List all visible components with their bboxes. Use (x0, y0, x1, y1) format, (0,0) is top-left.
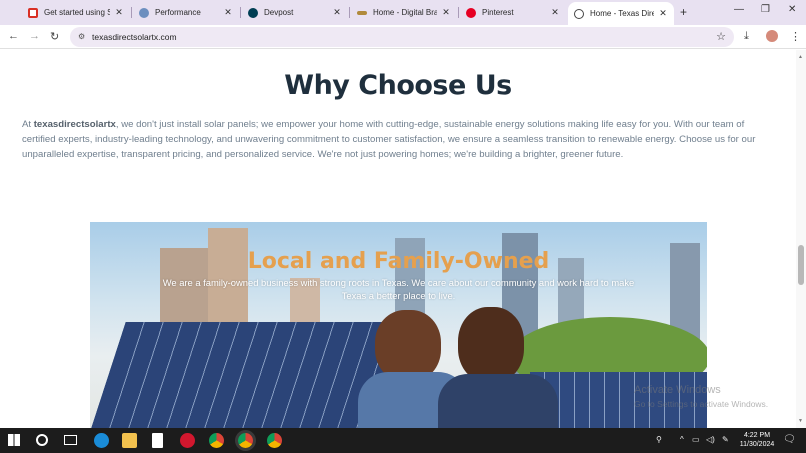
restore-button[interactable]: ❐ (761, 4, 770, 15)
person (458, 307, 524, 383)
browser-toolbar: ← → ↻ ⚙ texasdirectsolartx.com ☆ ⤓ ⋮ (0, 25, 806, 49)
tab-devpost[interactable]: Devpost ✕ (242, 3, 348, 22)
scroll-up-icon[interactable]: ▲ (798, 54, 803, 60)
intro-body: , we don't just install solar panels; we… (22, 119, 756, 161)
pinterest-icon (466, 7, 476, 18)
show-hidden-icon[interactable]: ^ (680, 435, 684, 444)
close-tab-icon[interactable]: ✕ (658, 8, 668, 19)
minimize-button[interactable]: — (734, 4, 744, 15)
download-icon[interactable]: ⤓ (744, 30, 749, 43)
volume-icon[interactable]: ◁) (706, 435, 715, 444)
section-heading: Why Choose Us (284, 70, 512, 101)
hero-banner: Local and Family-Owned We are a family-o… (90, 222, 707, 428)
tab-digital-brand[interactable]: Home - Digital Brand ✕ (351, 3, 457, 22)
search-icon[interactable] (36, 434, 48, 446)
performance-icon (139, 7, 149, 18)
close-tab-icon[interactable]: ✕ (441, 7, 451, 18)
tab-title: Performance (155, 8, 201, 17)
globe-icon (574, 8, 584, 19)
activate-windows-subtitle: Go to Settings to activate Windows. (634, 399, 769, 409)
chrome-icon[interactable] (209, 433, 224, 448)
task-view-icon[interactable] (64, 435, 77, 445)
scrollbar[interactable]: ▲ ▼ (796, 50, 806, 428)
tab-title: Devpost (264, 8, 294, 17)
clock-date: 11/30/2024 (739, 441, 775, 448)
tab-divider (131, 7, 132, 18)
close-tab-icon[interactable]: ✕ (550, 7, 560, 18)
new-tab-button[interactable]: + (680, 5, 687, 19)
bookmark-star-icon[interactable]: ☆ (716, 30, 726, 43)
activate-windows-title: Activate Windows (634, 384, 721, 396)
pen-icon[interactable]: ✎ (722, 435, 729, 444)
url-text: texasdirectsolartx.com (92, 32, 177, 42)
chrome-icon[interactable] (267, 433, 282, 448)
chrome-active-icon[interactable] (238, 433, 253, 448)
close-tab-icon[interactable]: ✕ (223, 7, 233, 18)
file-explorer-icon[interactable] (122, 433, 137, 448)
system-clock[interactable]: 4:22 PM 11/30/2024 (737, 431, 777, 449)
tab-title: Pinterest (482, 8, 514, 17)
tab-title: Home - Digital Brand (373, 8, 437, 17)
tab-performance[interactable]: Performance ✕ (133, 3, 239, 22)
scroll-down-icon[interactable]: ▼ (798, 418, 803, 424)
close-window-button[interactable]: ✕ (788, 4, 796, 15)
tab-pinterest[interactable]: Pinterest ✕ (460, 3, 566, 22)
close-tab-icon[interactable]: ✕ (114, 7, 124, 18)
close-tab-icon[interactable]: ✕ (332, 7, 342, 18)
person (438, 374, 558, 428)
menu-icon[interactable]: ⋮ (790, 30, 801, 43)
digital-brand-icon (357, 10, 367, 15)
opera-icon[interactable] (180, 433, 195, 448)
gmail-icon (28, 7, 38, 18)
windows-start-icon[interactable] (8, 434, 20, 446)
intro-prefix: At (22, 119, 34, 130)
tab-texas-direct[interactable]: Home - Texas Direct ✕ (568, 2, 674, 25)
devpost-icon (248, 7, 258, 18)
windows-taskbar: ⚲ ^ ▭ ◁) ✎ 4:22 PM 11/30/2024 🗨 (0, 428, 806, 453)
address-bar[interactable]: ⚙ texasdirectsolartx.com ☆ (70, 27, 734, 47)
edge-icon[interactable] (94, 433, 109, 448)
notepad-icon[interactable] (152, 433, 163, 448)
brand-name: texasdirectsolartx (33, 119, 116, 130)
tab-gmail[interactable]: Get started using Se ✕ (22, 3, 130, 22)
tab-divider (458, 7, 459, 18)
tab-divider (349, 7, 350, 18)
intro-paragraph: At texasdirectsolartx, we don't just ins… (22, 117, 774, 163)
network-icon[interactable]: ▭ (692, 435, 700, 444)
clock-time: 4:22 PM (743, 432, 771, 439)
back-icon[interactable]: ← (8, 30, 19, 42)
scrollbar-thumb[interactable] (798, 245, 804, 285)
notification-icon[interactable]: 🗨 (783, 434, 796, 445)
hero-subtitle: We are a family-owned business with stro… (162, 277, 635, 301)
reload-icon[interactable]: ↻ (50, 30, 59, 43)
hero-title: Local and Family-Owned (247, 249, 550, 274)
tab-strip: Get started using Se ✕ Performance ✕ Dev… (0, 0, 806, 25)
site-info-icon[interactable]: ⚙ (78, 32, 85, 41)
forward-icon[interactable]: → (29, 30, 40, 42)
profile-avatar[interactable] (766, 30, 778, 42)
page-viewport: Why Choose Us At texasdirectsolartx, we … (0, 50, 806, 428)
tab-title: Home - Texas Direct (590, 9, 654, 18)
tab-title: Get started using Se (44, 8, 110, 17)
tab-divider (240, 7, 241, 18)
people-icon[interactable]: ⚲ (656, 435, 662, 444)
